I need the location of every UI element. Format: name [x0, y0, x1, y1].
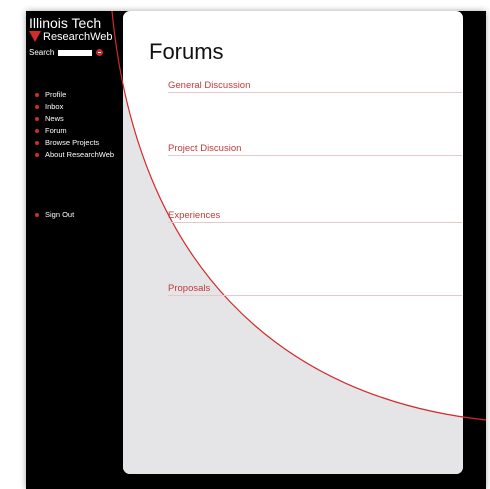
- sidebar-item-label: About ResearchWeb: [45, 150, 115, 159]
- red-triangle-icon: [29, 31, 41, 42]
- search-input[interactable]: [58, 49, 93, 56]
- page-title: Forums: [149, 39, 224, 64]
- sidebar-item-label: Profile: [45, 90, 67, 99]
- sidebar-item-browse-projects[interactable]: Browse Projects: [35, 137, 114, 149]
- red-dot-icon: [35, 105, 39, 109]
- brand-subname: ResearchWeb: [43, 31, 113, 43]
- sidebar-item-label: News: [45, 114, 64, 123]
- sidebar-item-about[interactable]: About ResearchWeb: [35, 149, 114, 161]
- forum-link-project-discussion[interactable]: Project Discusion: [168, 143, 462, 156]
- sign-out-label: Sign Out: [45, 210, 75, 219]
- sidebar-item-label: Inbox: [45, 102, 64, 111]
- app-frame: Illinois Tech ResearchWeb Search Profile…: [26, 11, 486, 489]
- search-label: Search: [29, 48, 55, 57]
- red-dot-icon: [35, 129, 39, 133]
- sidebar-item-label: Forum: [45, 126, 67, 135]
- sign-out-nav: Sign Out: [35, 209, 74, 221]
- red-dot-icon: [35, 117, 39, 121]
- forum-link-experiences[interactable]: Experiences: [168, 210, 462, 223]
- brand-logo[interactable]: Illinois Tech ResearchWeb: [29, 15, 113, 44]
- red-dot-icon: [35, 93, 39, 97]
- red-dot-icon: [35, 153, 39, 157]
- search-go-icon[interactable]: [96, 49, 104, 56]
- red-dot-icon: [35, 141, 39, 145]
- forum-link-proposals[interactable]: Proposals: [168, 283, 462, 296]
- sidebar-nav: Profile Inbox News Forum Browse Projects…: [35, 89, 114, 161]
- brand-name: Illinois Tech: [29, 15, 102, 31]
- sidebar-item-news[interactable]: News: [35, 113, 114, 125]
- forum-link-general-discussion[interactable]: General Discussion: [168, 80, 462, 93]
- sidebar-item-label: Browse Projects: [45, 138, 100, 147]
- sign-out-link[interactable]: Sign Out: [35, 209, 74, 221]
- sidebar-item-inbox[interactable]: Inbox: [35, 101, 114, 113]
- search-bar: Search: [29, 48, 104, 57]
- sidebar-item-profile[interactable]: Profile: [35, 89, 114, 101]
- sidebar-item-forum[interactable]: Forum: [35, 125, 114, 137]
- red-dot-icon: [35, 213, 39, 217]
